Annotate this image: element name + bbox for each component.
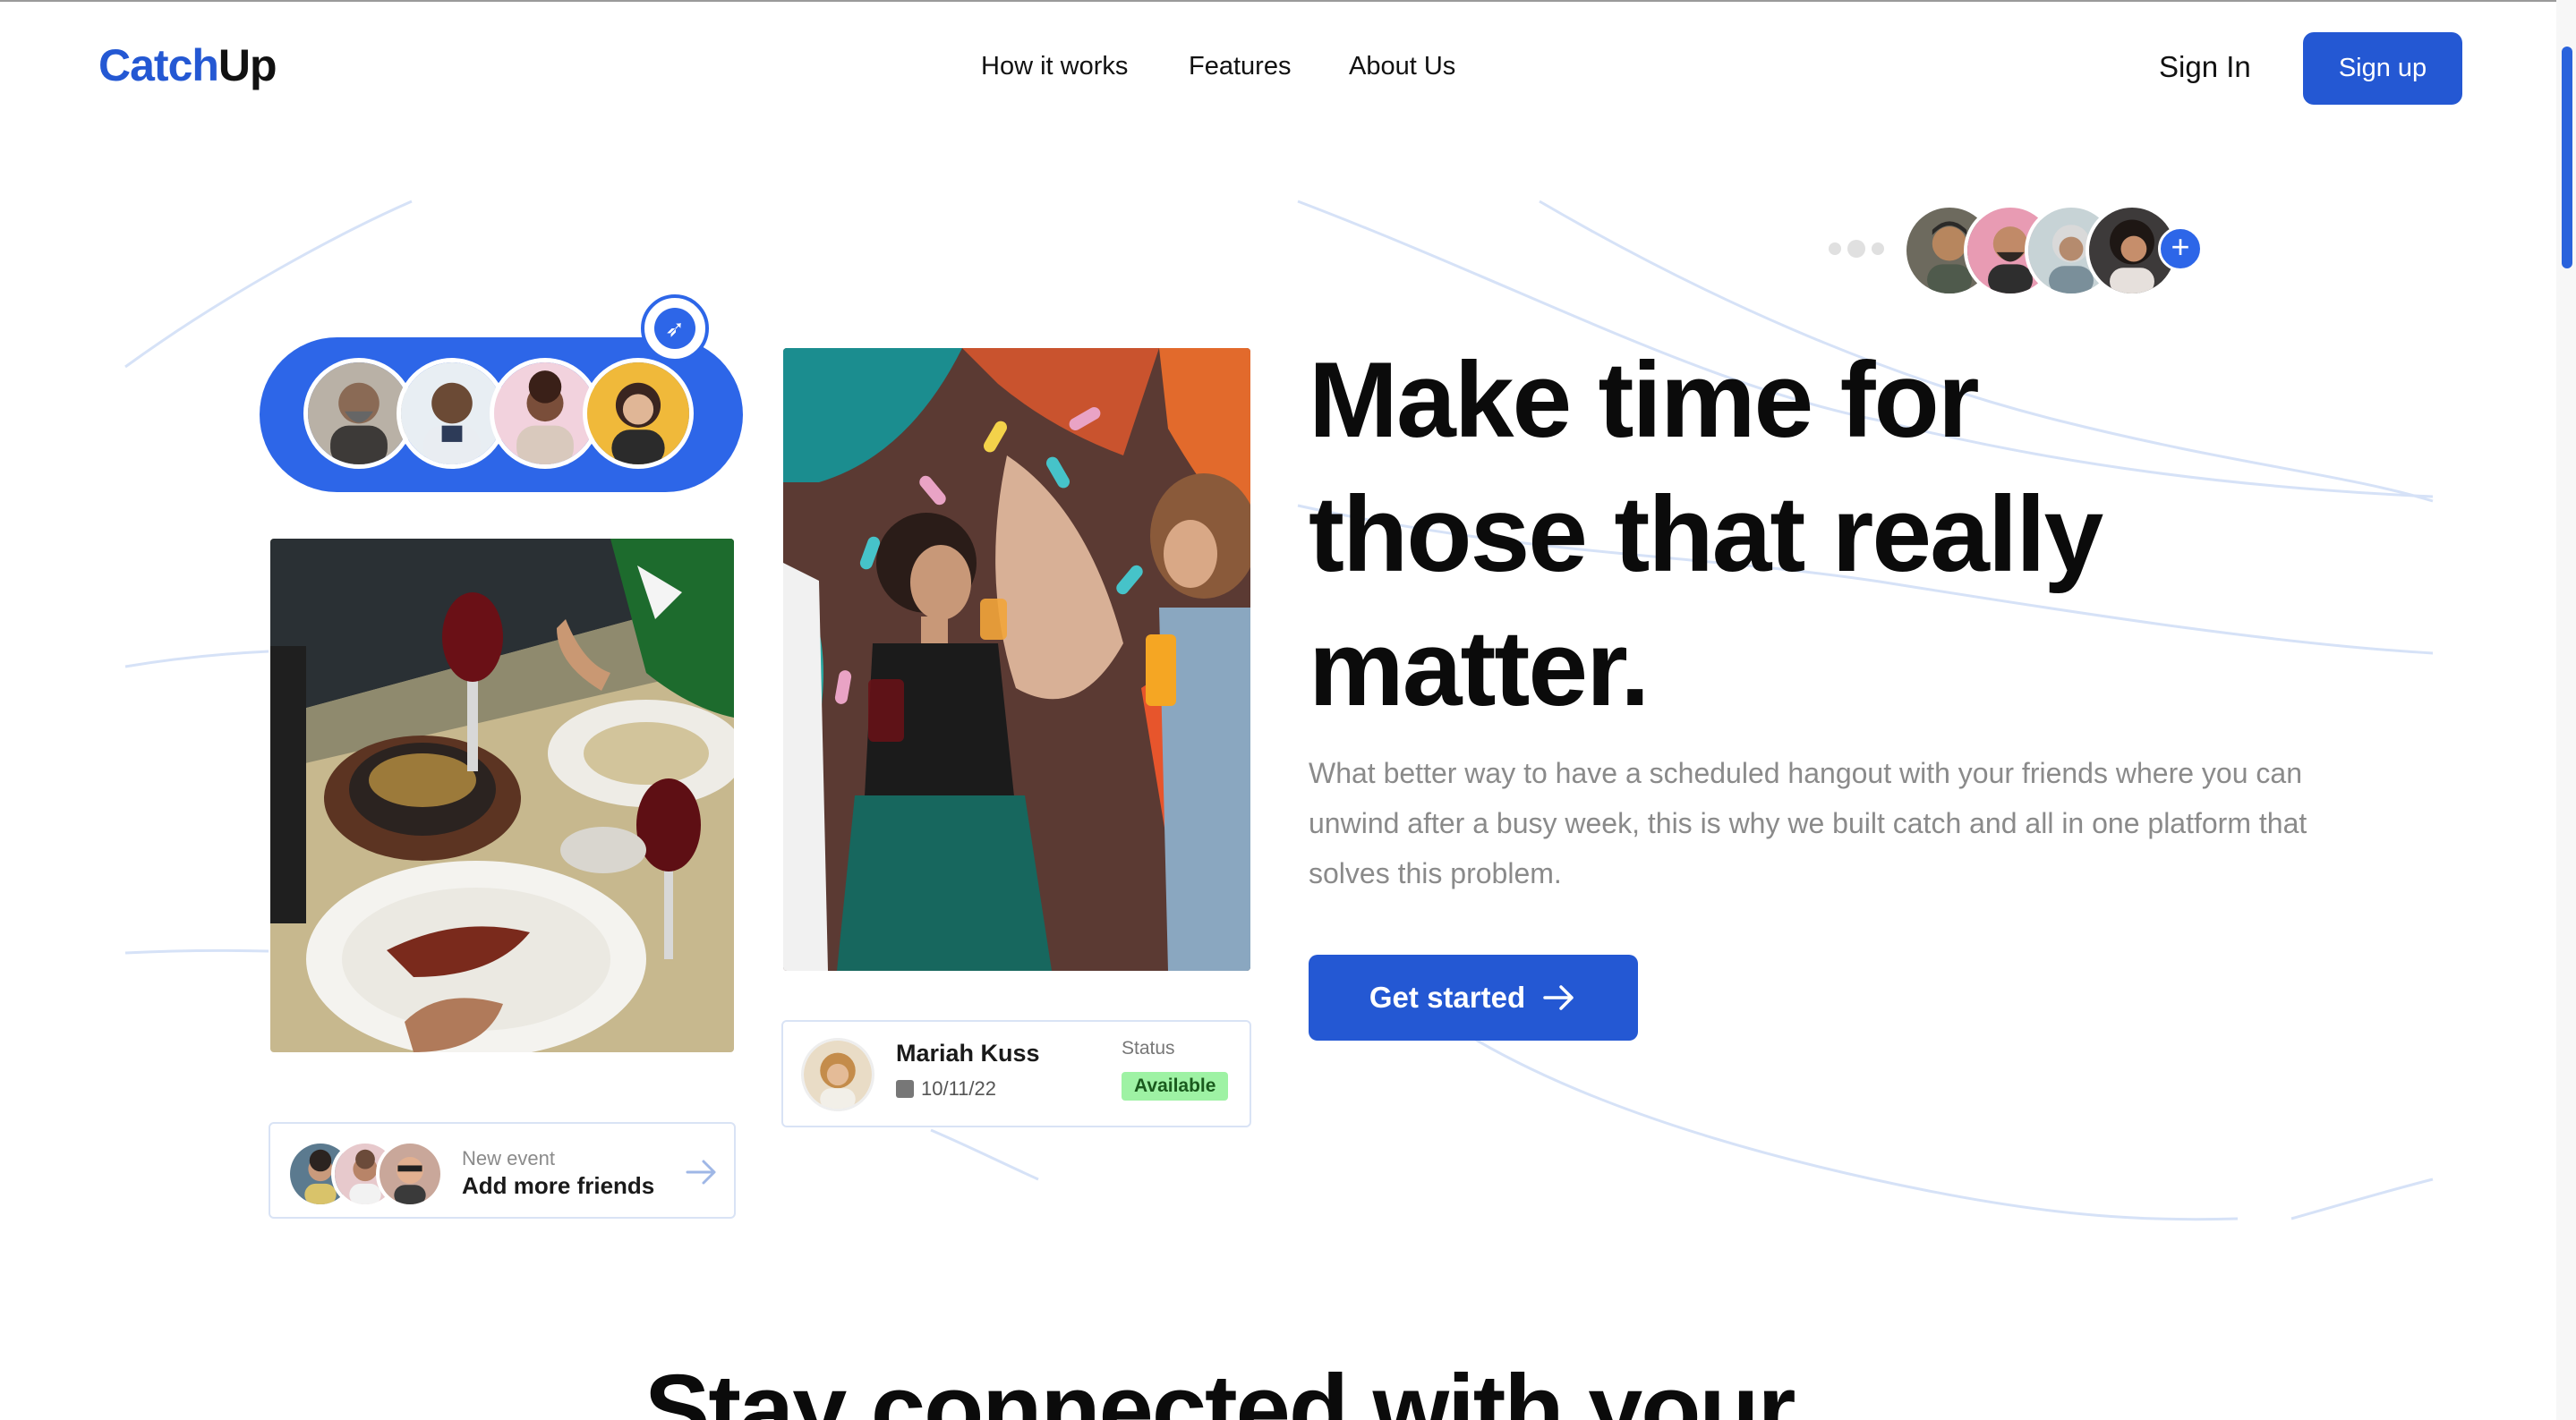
nav-about-us[interactable]: About Us [1349, 52, 1455, 81]
scrollbar-thumb[interactable] [2562, 47, 2572, 268]
logo-text-secondary: Up [218, 40, 277, 90]
sign-in-link[interactable]: Sign In [2159, 50, 2251, 84]
rocket-badge: ➶ [641, 294, 709, 362]
add-member-button[interactable]: + [2158, 226, 2203, 271]
get-started-label: Get started [1369, 981, 1526, 1014]
avatar [801, 1038, 874, 1111]
friend-avatar [583, 358, 694, 469]
rocket-icon: ➶ [654, 308, 695, 349]
status-card: Mariah Kuss 10/11/22 Status Available [781, 1020, 1251, 1127]
arrow-right-icon[interactable] [684, 1154, 720, 1190]
section-title: Stay connected with your [644, 1355, 1796, 1420]
friends-card-label: New event [462, 1147, 555, 1169]
logo-text-primary: Catch [98, 40, 219, 90]
party-photo [783, 348, 1250, 971]
hero-subtext: What better way to have a scheduled hang… [1309, 757, 2307, 889]
headline-line: matter. [1309, 608, 1651, 728]
date-text: 10/11/22 [921, 1077, 997, 1100]
sign-up-button[interactable]: Sign up [2303, 32, 2462, 105]
plus-icon: + [2171, 228, 2190, 265]
headline-line: Make time for [1309, 340, 1980, 460]
scrollbar[interactable] [2556, 0, 2576, 1420]
status-badge: Available [1122, 1072, 1229, 1101]
status-card-date: 10/11/22 [896, 1077, 996, 1101]
friend-avatar [376, 1140, 444, 1208]
arrow-right-icon [1543, 985, 1574, 1010]
calendar-icon [896, 1080, 914, 1098]
get-started-button[interactable]: Get started [1309, 955, 1638, 1041]
nav-how-it-works[interactable]: How it works [981, 52, 1128, 81]
logo[interactable]: CatchUp [98, 39, 277, 91]
status-card-name: Mariah Kuss [896, 1040, 1040, 1067]
friends-card-title: Add more friends [462, 1172, 655, 1199]
ellipsis-dots-icon [1829, 240, 1884, 258]
nav-features[interactable]: Features [1189, 52, 1291, 81]
window-top-border [0, 0, 2576, 2]
headline-line: those that really [1309, 474, 2103, 594]
status-label: Status [1122, 1038, 1175, 1059]
add-friends-card[interactable]: New event Add more friends [269, 1122, 736, 1219]
dinner-photo [270, 539, 734, 1052]
hero-headline: Make time for those that really matter. [1309, 333, 2383, 736]
